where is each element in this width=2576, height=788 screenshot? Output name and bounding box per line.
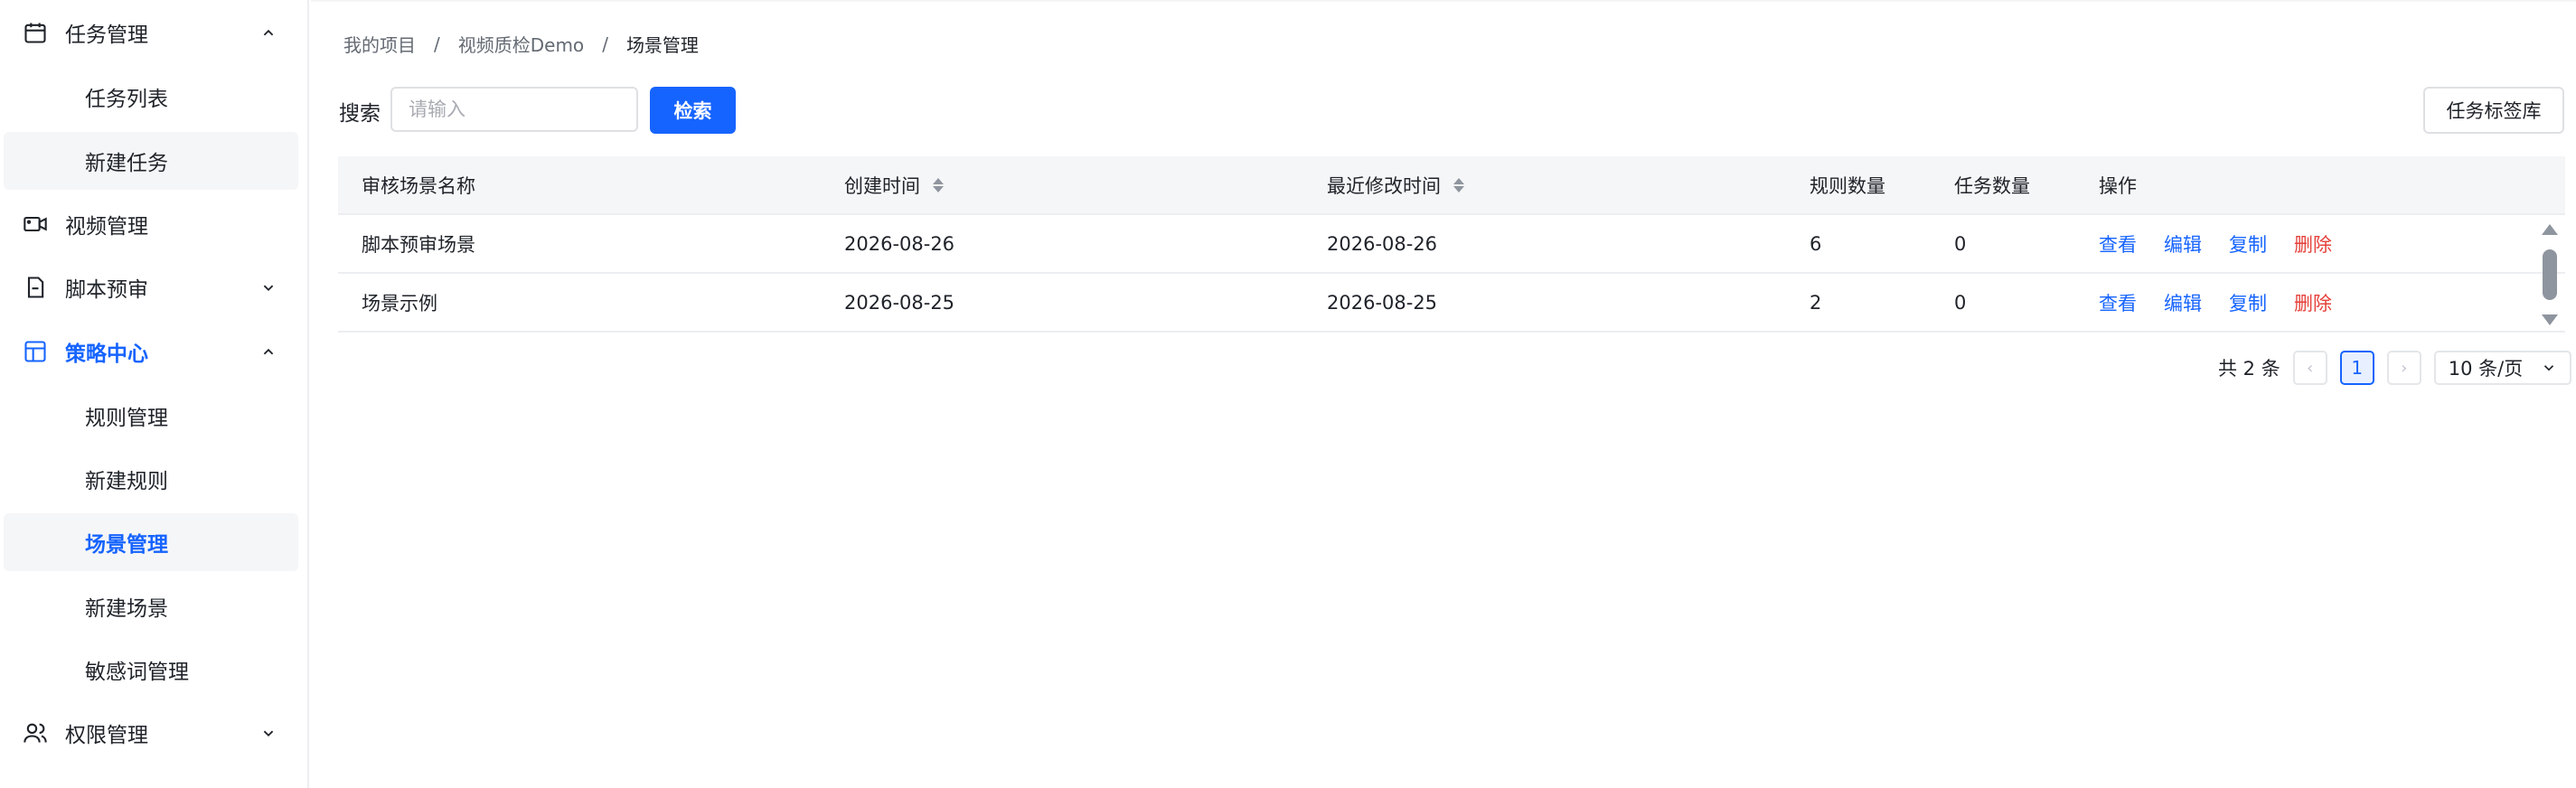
breadcrumb-item-project[interactable]: 视频质检Demo [458,31,584,57]
rule-count-cell: 2 [1810,291,1822,314]
edit-link[interactable]: 编辑 [2164,289,2202,316]
column-header-scene-name: 审核场景名称 [362,174,475,197]
scene-name-cell: 场景示例 [362,292,437,314]
pagination: 共 2 条 ‹ 1 › 10 条/页 [2218,351,2571,385]
sort-icon[interactable] [933,177,944,192]
document-icon [22,274,49,301]
delete-link[interactable]: 删除 [2294,230,2332,258]
task-count-cell: 0 [1954,232,1967,255]
sort-icon[interactable] [1453,177,1464,192]
scroll-down-arrow-icon[interactable] [2542,314,2558,325]
breadcrumb-item-my-projects[interactable]: 我的项目 [343,31,416,57]
actions-cell: 查看 编辑 复制 删除 [2099,215,2359,272]
column-header-rule-count: 规则数量 [1810,174,1885,197]
task-count-cell: 0 [1954,291,1967,314]
sidebar-item-strategy-center[interactable]: 策略中心 [4,323,298,380]
copy-link[interactable]: 复制 [2229,230,2267,258]
sidebar-item-scene-management[interactable]: 场景管理 [4,513,298,571]
sidebar: 任务管理 任务列表 新建任务 视频管理 脚本预审 策略中心 规则管理 新建规则 … [0,0,309,788]
sidebar-item-label: 权限管理 [65,724,148,747]
sidebar-item-video-management[interactable]: 视频管理 [4,195,298,253]
header-divider [311,0,2576,3]
chevron-left-icon[interactable]: ‹ [2292,351,2327,385]
edit-link[interactable]: 编辑 [2164,230,2202,258]
table-header: 审核场景名称 创建时间 最近修改时间 规则数量 任务数量 操作 [338,156,2565,215]
video-icon [22,211,49,238]
breadcrumb: 我的项目 / 视频质检Demo / 场景管理 [343,31,699,57]
actions-cell: 查看 编辑 复制 删除 [2099,274,2359,331]
breadcrumb-separator: / [434,33,440,55]
breadcrumb-item-current: 场景管理 [625,34,699,56]
calendar-icon [22,19,49,46]
vertical-scrollbar[interactable] [2538,220,2560,329]
sidebar-item-label: 任务管理 [65,23,148,47]
chevron-up-icon [259,342,278,361]
chevron-down-icon [259,723,278,743]
sidebar-item-label: 策略中心 [65,342,148,366]
page-button-current[interactable]: 1 [2339,351,2374,385]
created-cell: 2026-08-26 [844,232,955,255]
modified-cell: 2026-08-26 [1327,232,1438,255]
sidebar-item-label: 新建规则 [85,470,168,493]
view-link[interactable]: 查看 [2099,289,2137,316]
chevron-up-icon [259,23,278,42]
column-header-label: 创建时间 [844,174,920,197]
sidebar-item-label: 任务列表 [85,88,168,111]
column-header-modified[interactable]: 最近修改时间 [1327,156,1464,213]
view-link[interactable]: 查看 [2099,230,2137,258]
delete-link[interactable]: 删除 [2294,289,2332,316]
sidebar-item-task-list[interactable]: 任务列表 [4,68,298,126]
sidebar-item-label: 脚本预审 [65,278,148,302]
sidebar-item-label: 规则管理 [85,407,168,430]
total-count: 共 2 条 [2218,358,2280,380]
table-row: 场景示例 2026-08-25 2026-08-25 2 0 查看 编辑 复制 … [338,274,2565,333]
scroll-thumb[interactable] [2543,249,2557,300]
sidebar-item-script-review[interactable]: 脚本预审 [4,258,298,316]
column-header-actions: 操作 [2099,174,2137,197]
scroll-up-arrow-icon[interactable] [2542,224,2558,235]
page-size-value: 10 条/页 [2448,358,2524,380]
sidebar-item-label: 视频管理 [65,215,148,239]
sidebar-item-new-task[interactable]: 新建任务 [4,132,298,190]
column-header-label: 最近修改时间 [1327,174,1441,197]
users-icon [22,719,49,746]
table-row: 脚本预审场景 2026-08-26 2026-08-26 6 0 查看 编辑 复… [338,215,2565,274]
layout-icon [22,338,49,365]
task-tag-library-button[interactable]: 任务标签库 [2423,87,2564,134]
app-root: 任务管理 任务列表 新建任务 视频管理 脚本预审 策略中心 规则管理 新建规则 … [0,0,2576,788]
search-label: 搜索 [339,102,381,126]
column-header-created[interactable]: 创建时间 [844,156,944,213]
page-size-select[interactable]: 10 条/页 [2433,351,2571,385]
scene-table: 审核场景名称 创建时间 最近修改时间 规则数量 任务数量 操作 脚本预审场景 2… [338,156,2565,333]
copy-link[interactable]: 复制 [2229,289,2267,316]
scene-name-cell: 脚本预审场景 [362,233,475,256]
sidebar-item-sensitive-words[interactable]: 敏感词管理 [4,641,298,699]
sidebar-item-new-rule[interactable]: 新建规则 [4,450,298,508]
created-cell: 2026-08-25 [844,291,955,314]
chevron-right-icon[interactable]: › [2386,351,2421,385]
modified-cell: 2026-08-25 [1327,291,1438,314]
chevron-down-icon [2543,365,2553,371]
sidebar-item-label: 新建场景 [85,597,168,621]
breadcrumb-separator: / [602,33,608,55]
sidebar-item-label: 新建任务 [85,152,168,175]
sidebar-item-task-management[interactable]: 任务管理 [4,4,298,61]
chevron-down-icon [259,277,278,297]
search-input[interactable] [390,87,638,132]
sidebar-item-label: 场景管理 [85,533,168,557]
sidebar-item-label: 敏感词管理 [85,661,189,684]
column-header-task-count: 任务数量 [1954,174,2030,197]
sidebar-item-new-scene[interactable]: 新建场景 [4,577,298,635]
sidebar-item-permission-management[interactable]: 权限管理 [4,704,298,762]
search-button[interactable]: 检索 [650,87,736,134]
rule-count-cell: 6 [1810,232,1822,255]
sidebar-item-rule-management[interactable]: 规则管理 [4,387,298,445]
